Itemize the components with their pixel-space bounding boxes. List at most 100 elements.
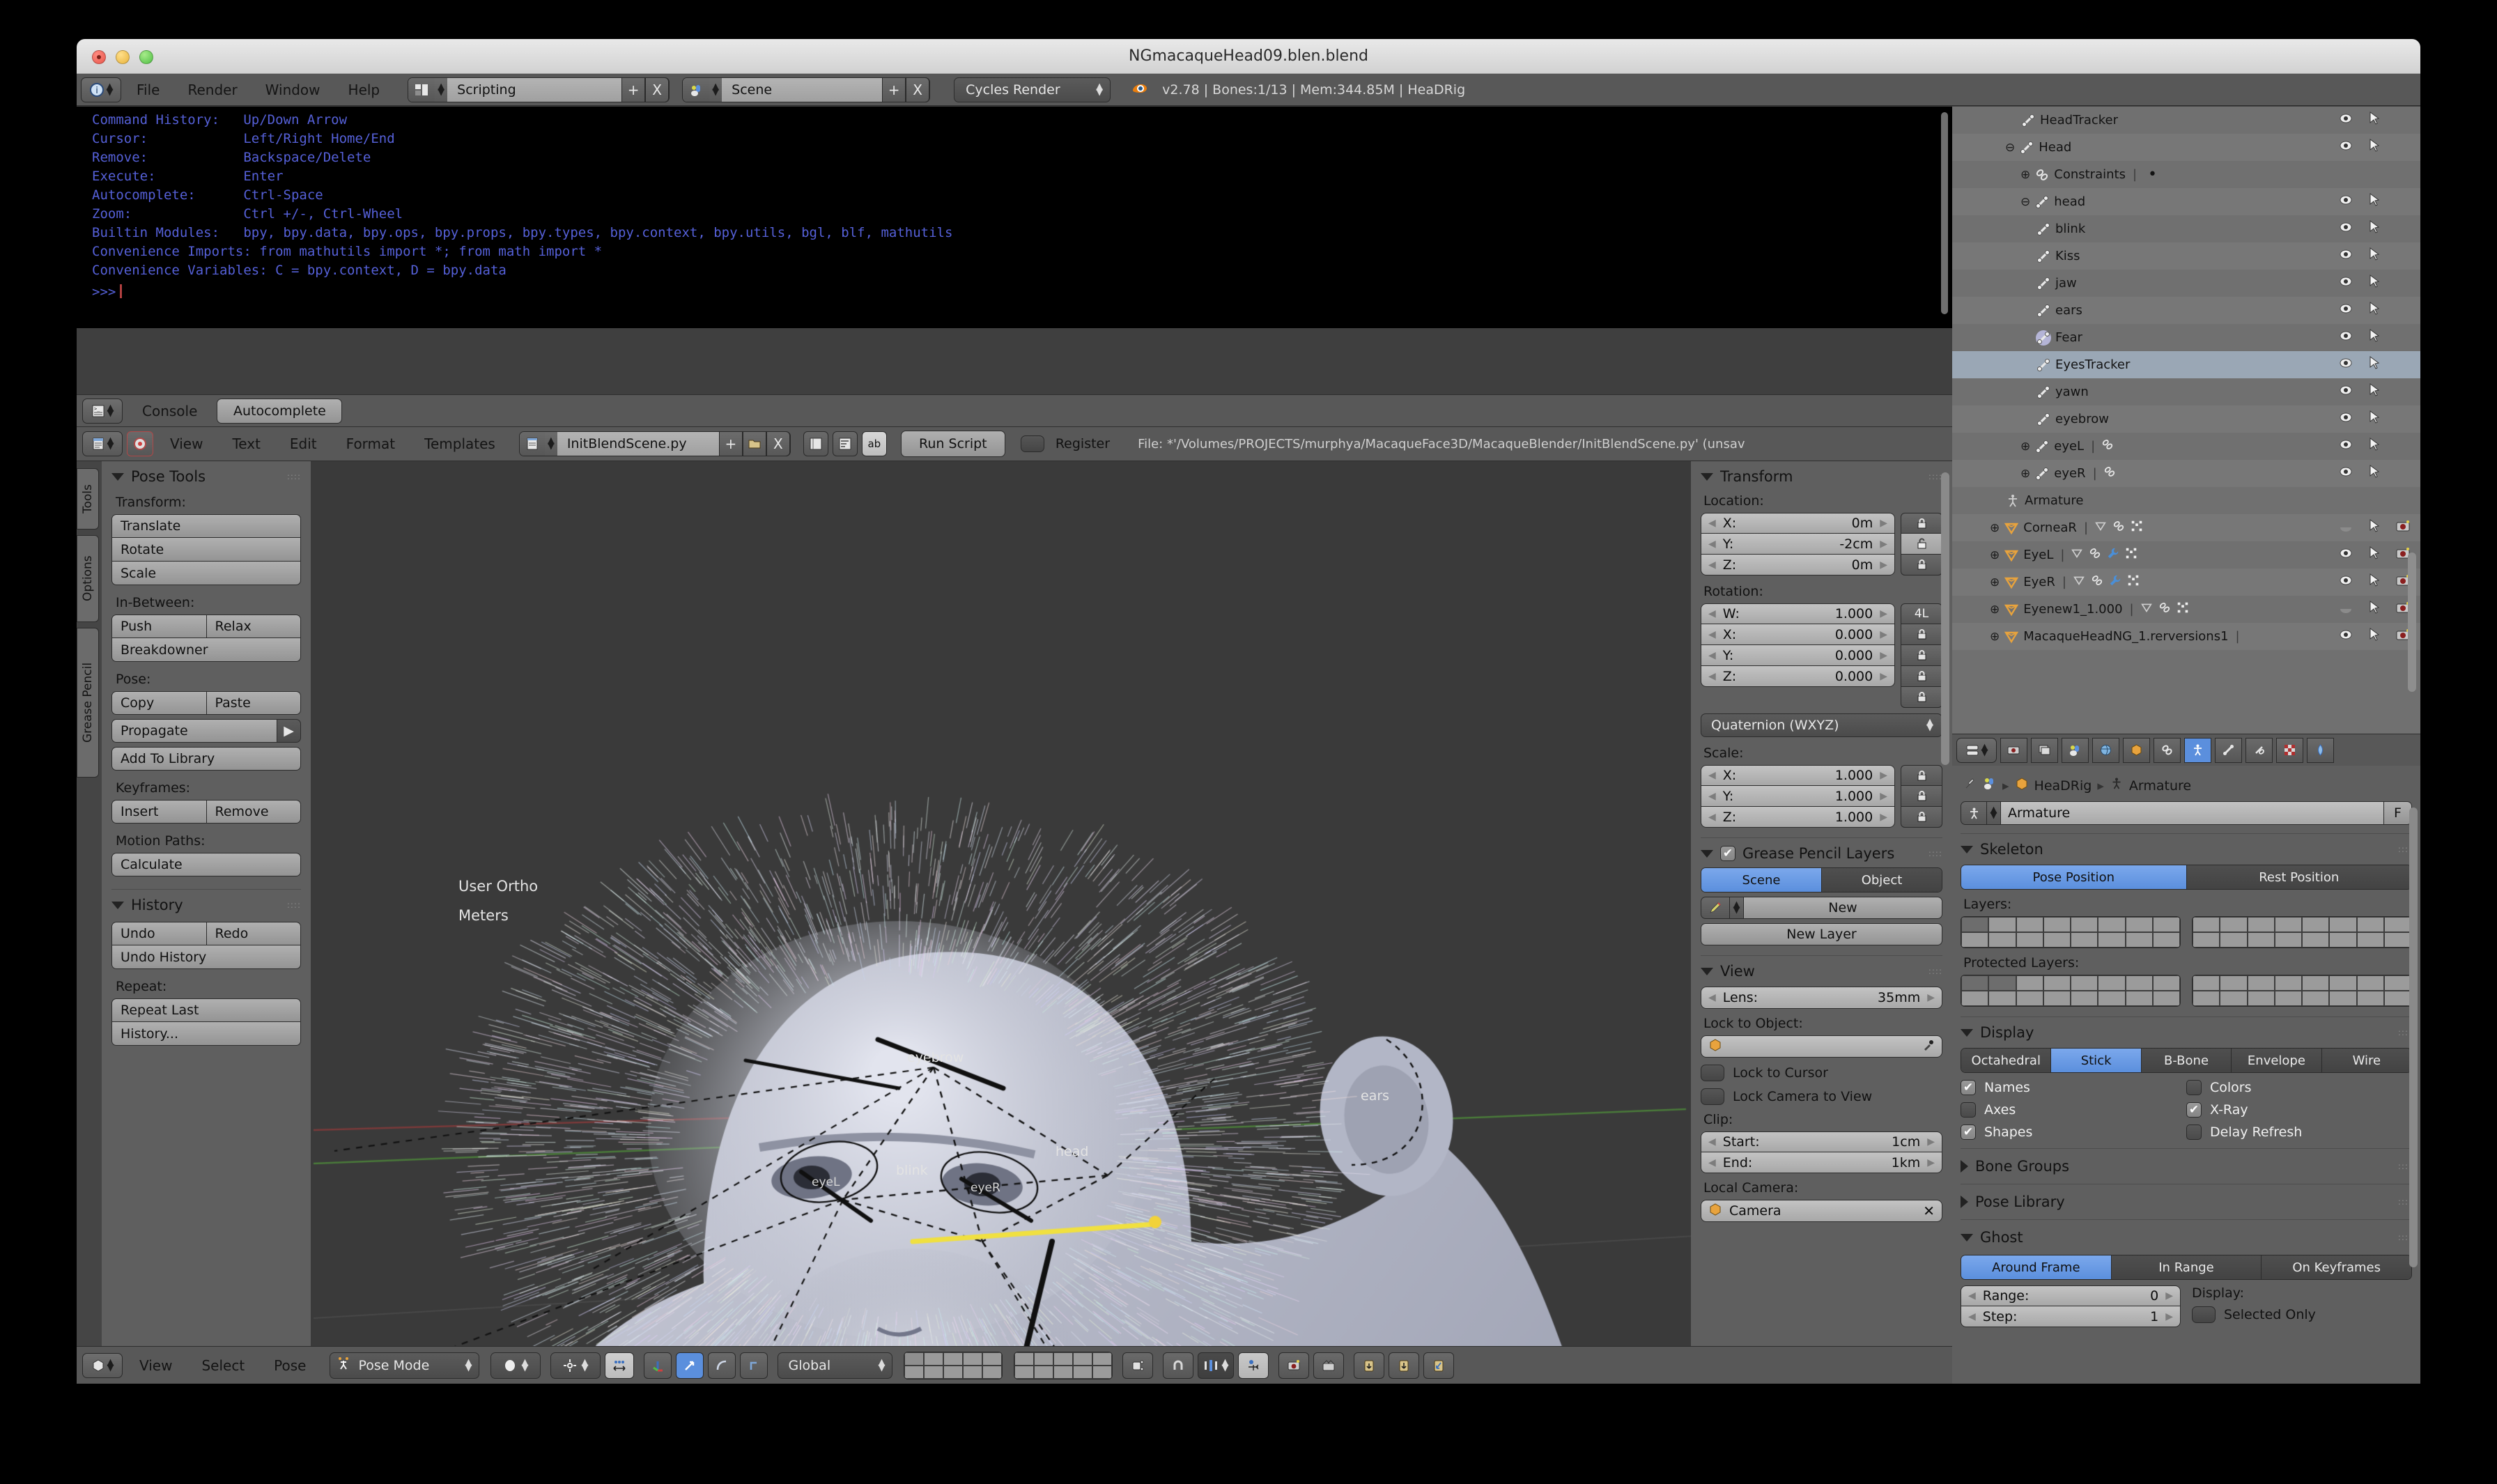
lock-location-z-icon[interactable] bbox=[1901, 555, 1942, 575]
ghost-collapse-triangle-icon[interactable] bbox=[1961, 1234, 1973, 1242]
pencil-icon[interactable] bbox=[1701, 897, 1730, 919]
protected-layer-cell[interactable] bbox=[2248, 975, 2275, 991]
link-icon[interactable] bbox=[2088, 546, 2102, 564]
viewport-render-canvas[interactable] bbox=[77, 461, 1952, 1346]
ghost-step-dec-icon[interactable]: ◀ bbox=[1968, 1311, 1976, 1322]
outliner-row[interactable]: ⊕ EyeL | bbox=[1952, 541, 2420, 569]
breadcrumb-object-name[interactable]: HeaDRig bbox=[2034, 778, 2092, 794]
armature-layers-grid-right[interactable] bbox=[2192, 916, 2412, 948]
layer-cell[interactable] bbox=[2043, 932, 2071, 948]
text-datablock-spinner-icon[interactable]: ▲ ▼ bbox=[545, 438, 557, 449]
layer-cell[interactable] bbox=[1988, 932, 2016, 948]
outliner-row-label[interactable]: eyebrow bbox=[2055, 412, 2109, 426]
proportional-edit-icon[interactable] bbox=[1238, 1352, 1269, 1379]
lock-camera-to-view-checkbox[interactable] bbox=[1701, 1088, 1724, 1105]
display-mode-bbone[interactable]: B-Bone bbox=[2142, 1049, 2232, 1072]
viewport-menu-pose[interactable]: Pose bbox=[261, 1357, 318, 1374]
outliner-panel[interactable]: HeadTracker ⊖ Head ⊕ Constraints | • ⊖ head blink… bbox=[1952, 107, 2420, 734]
copy-pose-button[interactable]: Copy bbox=[111, 691, 207, 715]
push-button[interactable]: Push bbox=[111, 615, 207, 638]
interaction-mode-selector[interactable]: Pose Mode ▲ ▼ bbox=[330, 1352, 479, 1379]
visibility-eye-icon[interactable] bbox=[2338, 302, 2353, 318]
add-scene-button[interactable]: + bbox=[882, 77, 906, 102]
menu-window[interactable]: Window bbox=[253, 82, 333, 98]
protected-layer-cell[interactable] bbox=[2302, 975, 2329, 991]
outliner-row-label[interactable]: Armature bbox=[2025, 493, 2084, 508]
loc-z-value[interactable]: 0m bbox=[1852, 557, 1873, 573]
delete-scene-button[interactable]: X bbox=[906, 77, 929, 102]
protected-layer-cell[interactable] bbox=[2016, 991, 2043, 1006]
selectable-cursor-icon[interactable] bbox=[2369, 601, 2381, 618]
protected-layer-cell[interactable] bbox=[2043, 991, 2071, 1006]
add-screen-layout-button[interactable]: + bbox=[621, 77, 645, 102]
scale-y-inc-icon[interactable]: ▶ bbox=[1880, 791, 1887, 802]
expand-expander-icon[interactable]: ⊕ bbox=[1990, 603, 2000, 617]
3dview-editor-spinner-icon[interactable]: ▲ ▼ bbox=[107, 1360, 114, 1371]
protected-layer-cell[interactable] bbox=[2357, 975, 2384, 991]
lens-dec-icon[interactable]: ◀ bbox=[1708, 992, 1716, 1003]
display-mode-octahedral[interactable]: Octahedral bbox=[1961, 1049, 2051, 1072]
modifier-wrench-icon[interactable] bbox=[2108, 573, 2122, 591]
protected-layer-cell[interactable] bbox=[2043, 975, 2071, 991]
outliner-row[interactable]: ⊕ MacaqueHeadNG_1.rerversions1 | bbox=[1952, 623, 2420, 650]
transform-collapse-triangle-icon[interactable] bbox=[1701, 473, 1713, 481]
rotation-mode-selector[interactable]: Quaternion (WXYZ) ▲ ▼ bbox=[1701, 713, 1942, 737]
expand-expander-icon[interactable]: ⊕ bbox=[1990, 575, 2000, 589]
layer-cell[interactable] bbox=[2043, 917, 2071, 932]
skeleton-panel-header[interactable]: Skeleton :::: bbox=[1961, 841, 2412, 858]
gp-collapse-triangle-icon[interactable] bbox=[1701, 850, 1713, 858]
layer-cell[interactable] bbox=[2275, 917, 2302, 932]
outliner-row-label[interactable]: head bbox=[2054, 194, 2085, 209]
undo-button[interactable]: Undo bbox=[111, 922, 207, 945]
outliner-row[interactable]: Kiss bbox=[1952, 242, 2420, 270]
local-camera-value[interactable]: Camera bbox=[1729, 1203, 1781, 1219]
copy-pose-icon[interactable] bbox=[1354, 1352, 1384, 1379]
protected-layer-cell[interactable] bbox=[1961, 975, 1988, 991]
outliner-row-label[interactable]: eyeL bbox=[2054, 439, 2084, 454]
magnet-icon[interactable] bbox=[1163, 1352, 1193, 1379]
outliner-row-label[interactable]: Eyenew1_1.000 bbox=[2023, 602, 2122, 617]
loc-y-inc-icon[interactable]: ▶ bbox=[1880, 539, 1887, 550]
layer-cell[interactable] bbox=[2126, 917, 2153, 932]
layer-cell[interactable] bbox=[2071, 932, 2098, 948]
interaction-mode-spinner-icon[interactable]: ▲ ▼ bbox=[465, 1360, 472, 1371]
outliner-row[interactable]: eyebrow bbox=[1952, 405, 2420, 433]
snap-target-selector[interactable]: ▲ ▼ bbox=[1198, 1352, 1234, 1379]
properties-tab-bone[interactable] bbox=[2215, 738, 2242, 763]
tab-tools[interactable]: Tools bbox=[77, 468, 99, 530]
snap-target-spinner-icon[interactable]: ▲ ▼ bbox=[1221, 1360, 1228, 1371]
layer-cell[interactable] bbox=[2016, 917, 2043, 932]
local-camera-field[interactable]: Camera ✕ bbox=[1701, 1200, 1942, 1222]
selectable-cursor-icon[interactable] bbox=[2369, 628, 2381, 645]
3d-viewport[interactable]: Tools Options Grease Pencil Pose Tools :… bbox=[77, 461, 1952, 1346]
visibility-eye-icon[interactable] bbox=[2338, 221, 2353, 237]
info-editor-icon[interactable]: i ▲ ▼ bbox=[81, 77, 121, 102]
protected-layer-cell[interactable] bbox=[2329, 991, 2356, 1006]
text-editor-icon[interactable]: ▲ ▼ bbox=[82, 431, 123, 456]
location-z-field[interactable]: ◀ Z: 0m ▶ bbox=[1701, 555, 1895, 575]
scene-layers-grid[interactable] bbox=[904, 1352, 1003, 1379]
visibility-eye-off-icon[interactable] bbox=[2338, 520, 2353, 536]
protected-layer-cell[interactable] bbox=[2357, 991, 2384, 1006]
xray-checkbox[interactable]: ✔ bbox=[2186, 1102, 2202, 1118]
clip-start-field[interactable]: ◀ Start: 1cm ▶ bbox=[1701, 1131, 1942, 1152]
line-numbers-icon[interactable] bbox=[803, 431, 828, 456]
rotate-button[interactable]: Rotate bbox=[111, 538, 301, 562]
eyedropper-icon[interactable] bbox=[1922, 1039, 1935, 1055]
properties-tab-texture[interactable] bbox=[2276, 738, 2303, 763]
translate-button[interactable]: Translate bbox=[111, 514, 301, 538]
pin-breadcrumb-icon[interactable] bbox=[1963, 777, 1977, 794]
link-icon[interactable] bbox=[2112, 519, 2126, 536]
selectable-cursor-icon[interactable] bbox=[2369, 519, 2381, 536]
protected-layer-cell[interactable] bbox=[2302, 991, 2329, 1006]
scale-button[interactable]: Scale bbox=[111, 562, 301, 585]
protected-layer-cell[interactable] bbox=[1988, 975, 2016, 991]
ghost-step-field[interactable]: ◀ Step: 1 ▶ bbox=[1961, 1306, 2181, 1327]
layer-cell[interactable] bbox=[2248, 917, 2275, 932]
display-mode-stick[interactable]: Stick bbox=[2051, 1049, 2141, 1072]
view-panel-header[interactable]: View :::: bbox=[1701, 963, 1942, 980]
renderable-camera-icon[interactable] bbox=[2395, 520, 2411, 536]
lock-rotation-all-button[interactable]: 4L bbox=[1901, 603, 1942, 624]
outliner-row[interactable]: ⊕ Constraints | • bbox=[1952, 161, 2420, 188]
link-icon[interactable] bbox=[2158, 601, 2172, 618]
